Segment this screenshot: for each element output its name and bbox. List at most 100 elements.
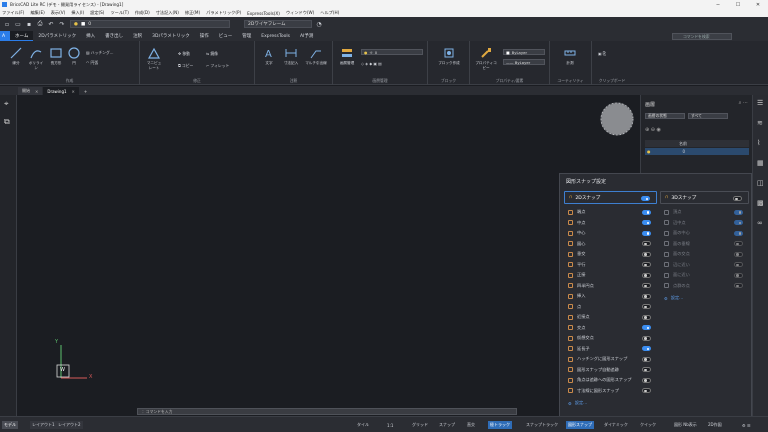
- snap3d-near-face-row[interactable]: 面に近い: [660, 270, 749, 281]
- move-button[interactable]: ✥ 移動: [178, 51, 190, 57]
- block-create-button[interactable]: ブロック作成: [438, 46, 460, 66]
- menu-dimension[interactable]: 寸法記入(N): [156, 10, 179, 16]
- snap-centroid-toggle[interactable]: [642, 241, 651, 247]
- ribbon-layer-select[interactable]: ● ☼ 0: [361, 49, 423, 55]
- menu-view[interactable]: 表示(V): [51, 10, 66, 16]
- fillet-button[interactable]: ⌐ フィレット: [206, 63, 229, 69]
- menu-file[interactable]: ファイル(F): [2, 10, 24, 16]
- snap-perpendicular-row[interactable]: 垂交: [564, 249, 657, 260]
- paste-icon[interactable]: ▣ ⎘: [598, 51, 606, 56]
- snap-2d-toggle[interactable]: [641, 196, 650, 201]
- snap-midpoint-row[interactable]: 中点: [564, 218, 657, 229]
- layer-tools-icons[interactable]: ◇ ◈ ◆ ▣ ▤: [361, 61, 382, 66]
- snap-parallel-row[interactable]: 平行: [564, 260, 657, 271]
- quick-layer-select[interactable]: ● ■ 0: [70, 20, 230, 28]
- snap-insertion-toggle[interactable]: [642, 293, 651, 299]
- snap3d-face-center-toggle[interactable]: [734, 230, 743, 236]
- snap3d-pointcloud-row[interactable]: 点群の点: [660, 281, 749, 292]
- search-icon[interactable]: ⌕ ⋯: [739, 100, 748, 106]
- undo-icon[interactable]: ↶: [47, 20, 55, 28]
- snap-node-row[interactable]: 点: [564, 302, 657, 313]
- menu-draw[interactable]: 作成(D): [135, 10, 150, 16]
- status-entity-count[interactable]: 図形 Nb表示: [672, 421, 699, 429]
- snap-dimension-toggle[interactable]: [642, 388, 651, 394]
- properties-icon[interactable]: ☰: [757, 99, 763, 107]
- snap-autotrack-toggle[interactable]: [642, 367, 651, 373]
- link-icon[interactable]: ∞: [757, 219, 763, 227]
- hatch-button[interactable]: ▨ ハッチング...: [86, 50, 113, 56]
- snap-intersection-toggle[interactable]: [642, 325, 651, 331]
- snap3d-near-edge-toggle[interactable]: [734, 262, 743, 268]
- menu-window[interactable]: ウィンドウ(W): [286, 10, 314, 16]
- save-icon[interactable]: ▪: [25, 20, 33, 28]
- grid-panel-icon[interactable]: ▩: [757, 199, 764, 207]
- snap-midpoint-toggle[interactable]: [642, 220, 651, 226]
- snap-corner-track-toggle[interactable]: [642, 377, 651, 383]
- polyline-button[interactable]: ポリライン: [28, 46, 44, 71]
- maximize-button[interactable]: ☐: [728, 0, 748, 9]
- snap3d-edge-mid-row[interactable]: 辺中点: [660, 218, 749, 229]
- tab-2d-parametric[interactable]: 2Dパラメトリック: [33, 31, 81, 41]
- layer-manager-button[interactable]: 画層管理: [337, 46, 357, 66]
- layer-toolbar-icons[interactable]: ⊕ ⊖ ◉: [645, 127, 661, 133]
- app-menu-button[interactable]: A: [0, 31, 10, 41]
- snap-center-row[interactable]: 中心: [564, 228, 657, 239]
- tab-layout1[interactable]: レイアウト1: [30, 421, 57, 429]
- redo-icon[interactable]: ↷: [58, 20, 66, 28]
- arc-button[interactable]: ◠ 円弧: [86, 60, 98, 66]
- rectangle-button[interactable]: 長方形: [48, 46, 64, 66]
- tab-home[interactable]: ホーム: [10, 31, 34, 41]
- status-snaptrack[interactable]: スナップトラック: [524, 421, 560, 429]
- snap3d-face-int-row[interactable]: 面の交点: [660, 249, 749, 260]
- menu-insert[interactable]: 挿入(I): [71, 10, 84, 16]
- layer-row[interactable]: ● 0: [645, 148, 749, 155]
- snap-corner-track-row[interactable]: 角点は追跡への図形スナップ: [564, 375, 657, 386]
- structure-panel-icon[interactable]: ◫: [757, 179, 764, 187]
- line-button[interactable]: 線分: [8, 46, 24, 66]
- dimension-button[interactable]: 寸法記入: [283, 46, 299, 66]
- close-button[interactable]: ✕: [748, 0, 768, 9]
- snap-intersection-row[interactable]: 交点: [564, 323, 657, 334]
- status-ortho[interactable]: 直交: [465, 421, 477, 429]
- snap3d-face-normal-toggle[interactable]: [734, 241, 743, 247]
- snap3d-face-int-toggle[interactable]: [734, 251, 743, 257]
- snap-3d-toggle[interactable]: [733, 196, 742, 201]
- snap-nearest-row[interactable]: 近接点: [564, 312, 657, 323]
- manipulate-button[interactable]: マニピュレート: [146, 46, 162, 71]
- new-tab-button[interactable]: +: [80, 87, 91, 95]
- tab-insert[interactable]: 挿入: [81, 31, 100, 41]
- snap-quadrant-row[interactable]: 四半円点: [564, 281, 657, 292]
- layers-stack-icon[interactable]: ≋: [757, 119, 763, 127]
- status-osnap[interactable]: 図形スナップ: [566, 421, 594, 429]
- snap-center-toggle[interactable]: [642, 230, 651, 236]
- tab-manipulate[interactable]: 操作: [195, 31, 214, 41]
- snap-2d-header[interactable]: ∩ 2Dスナップ: [564, 191, 657, 204]
- match-properties-button[interactable]: プロパティコピー: [474, 46, 498, 71]
- menu-help[interactable]: ヘルプ(H): [320, 10, 339, 16]
- command-search-input[interactable]: コマンドを検索: [672, 33, 732, 40]
- open-folder-icon[interactable]: ▭: [14, 20, 22, 28]
- snap3d-vertex-row[interactable]: 頂点: [660, 207, 749, 218]
- doc-tab-drawing1[interactable]: Drawing1 ✕: [43, 87, 79, 95]
- snap-tangent-toggle[interactable]: [642, 272, 651, 278]
- menu-parametric[interactable]: パラメトリック(P): [206, 10, 241, 16]
- color-select[interactable]: ■ ByLayer: [503, 49, 545, 55]
- layer-filter-select[interactable]: 画層の状態: [645, 113, 685, 119]
- close-icon[interactable]: ✕: [72, 89, 75, 94]
- snap-apparent-int-row[interactable]: 仮想交点: [564, 333, 657, 344]
- snap-3d-settings-link[interactable]: ⚙ 設定...: [660, 295, 749, 301]
- snap-3d-header[interactable]: ∩ 3Dスナップ: [660, 191, 749, 204]
- status-snap[interactable]: スナップ: [437, 421, 457, 429]
- snap-autotrack-row[interactable]: 図形スナップ自動追跡: [564, 365, 657, 376]
- measure-button[interactable]: 計測: [558, 46, 582, 66]
- snap-endpoint-row[interactable]: 端点: [564, 207, 657, 218]
- attach-icon[interactable]: ⌇: [757, 139, 760, 147]
- status-quick[interactable]: クイック: [638, 421, 658, 429]
- doc-tab-start[interactable]: 開始 ✕: [18, 87, 43, 95]
- snap-extension-toggle[interactable]: [642, 346, 651, 352]
- snap-apparent-int-toggle[interactable]: [642, 335, 651, 341]
- snap3d-face-center-row[interactable]: 面の中心: [660, 228, 749, 239]
- snap-extension-row[interactable]: 延長子: [564, 344, 657, 355]
- tab-expresstools[interactable]: ExpressTools: [256, 31, 295, 41]
- tab-view[interactable]: ビュー: [214, 31, 238, 41]
